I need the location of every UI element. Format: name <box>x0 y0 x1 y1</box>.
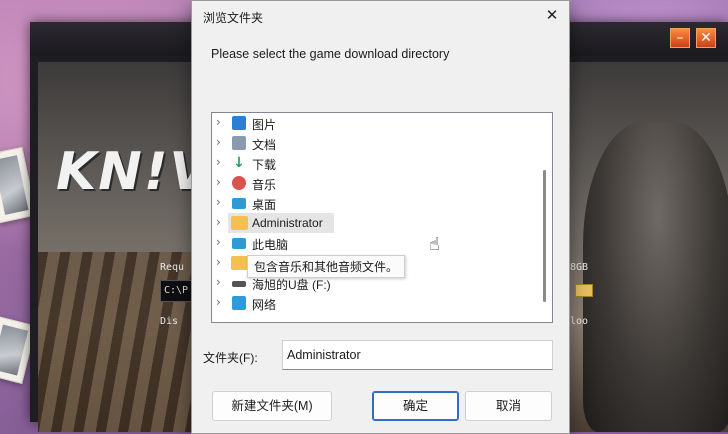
folder-icon <box>231 256 248 270</box>
music-icon <box>232 176 246 190</box>
disk-text: Dis <box>160 316 179 327</box>
tree-item-label: 下载 <box>252 158 277 172</box>
tree-item-network[interactable]: › 网络 <box>212 293 532 313</box>
this-pc-icon <box>232 238 246 249</box>
usb-drive-icon <box>232 281 246 287</box>
mouse-pointer-icon: ☝ <box>429 234 440 255</box>
tree-item-administrator[interactable]: › Administrator <box>212 213 532 233</box>
downloads-icon: ↓ <box>233 155 245 171</box>
new-folder-button[interactable]: 新建文件夹(M) <box>212 391 332 421</box>
pictures-icon <box>232 116 246 130</box>
browse-folder-icon[interactable] <box>575 284 593 297</box>
folder-field-label: 文件夹(F): <box>203 351 258 365</box>
chevron-right-icon[interactable]: › <box>216 235 221 249</box>
close-button[interactable]: ✕ <box>696 28 716 48</box>
tree-item-pictures[interactable]: › 图片 <box>212 113 532 133</box>
ok-button[interactable]: 确定 <box>372 391 459 421</box>
chevron-right-icon[interactable]: › <box>216 295 221 309</box>
requirement-text: Requ <box>160 262 185 273</box>
disk-value: loo <box>570 316 589 327</box>
chevron-right-icon[interactable]: › <box>216 115 221 129</box>
dialog-prompt: Please select the game download director… <box>211 47 450 61</box>
scrollbar-thumb[interactable] <box>543 170 546 302</box>
chevron-right-icon[interactable]: › <box>216 135 221 149</box>
dialog-close-button[interactable]: ✕ <box>541 5 563 25</box>
tree-item-label: 音乐 <box>252 178 277 192</box>
tree-item-label: 图片 <box>252 118 277 132</box>
chevron-right-icon[interactable]: › <box>216 275 221 289</box>
tree-item-label: 文档 <box>252 138 277 152</box>
tree-item-desktop[interactable]: › 桌面 <box>212 193 532 213</box>
tooltip: 包含音乐和其他音频文件。 <box>247 255 406 278</box>
chevron-right-icon[interactable]: › <box>216 195 221 209</box>
tree-item-label: 此电脑 <box>252 238 289 252</box>
tree-item-this-pc[interactable]: › 此电脑 <box>212 233 532 253</box>
chevron-right-icon[interactable]: › <box>216 255 221 269</box>
user-folder-icon <box>231 216 248 230</box>
tree-item-documents[interactable]: › 文档 <box>212 133 532 153</box>
chevron-right-icon[interactable]: › <box>216 155 221 169</box>
cancel-button[interactable]: 取消 <box>465 391 552 421</box>
chevron-right-icon[interactable]: › <box>216 175 221 189</box>
dialog-title: 浏览文件夹 <box>203 11 264 25</box>
folder-tree[interactable]: › 图片 › 文档 › ↓ 下载 › 音乐 › 桌面 › Administrat… <box>211 112 553 323</box>
minimize-button[interactable]: – <box>670 28 690 48</box>
browse-folder-dialog: 浏览文件夹 ✕ Please select the game download … <box>191 0 570 434</box>
tree-item-label: 网络 <box>252 298 277 312</box>
tree-scrollbar[interactable] <box>536 113 552 322</box>
tree-item-music[interactable]: › 音乐 <box>212 173 532 193</box>
network-icon <box>232 296 246 310</box>
game-logo: KN!V <box>56 142 212 202</box>
tree-item-label: 桌面 <box>252 198 277 212</box>
chevron-right-icon[interactable]: › <box>216 215 221 229</box>
desktop-icon <box>232 198 246 209</box>
tree-item-label: Administrator <box>252 216 323 230</box>
tree-item-label: 海旭的U盘 (F:) <box>252 278 331 292</box>
documents-icon <box>232 136 246 150</box>
folder-input[interactable] <box>282 340 553 370</box>
rail-track-art <box>38 252 208 432</box>
soldier-art <box>583 122 728 432</box>
tree-item-downloads[interactable]: › ↓ 下载 <box>212 153 532 173</box>
requirement-value: 8GB <box>570 262 589 273</box>
